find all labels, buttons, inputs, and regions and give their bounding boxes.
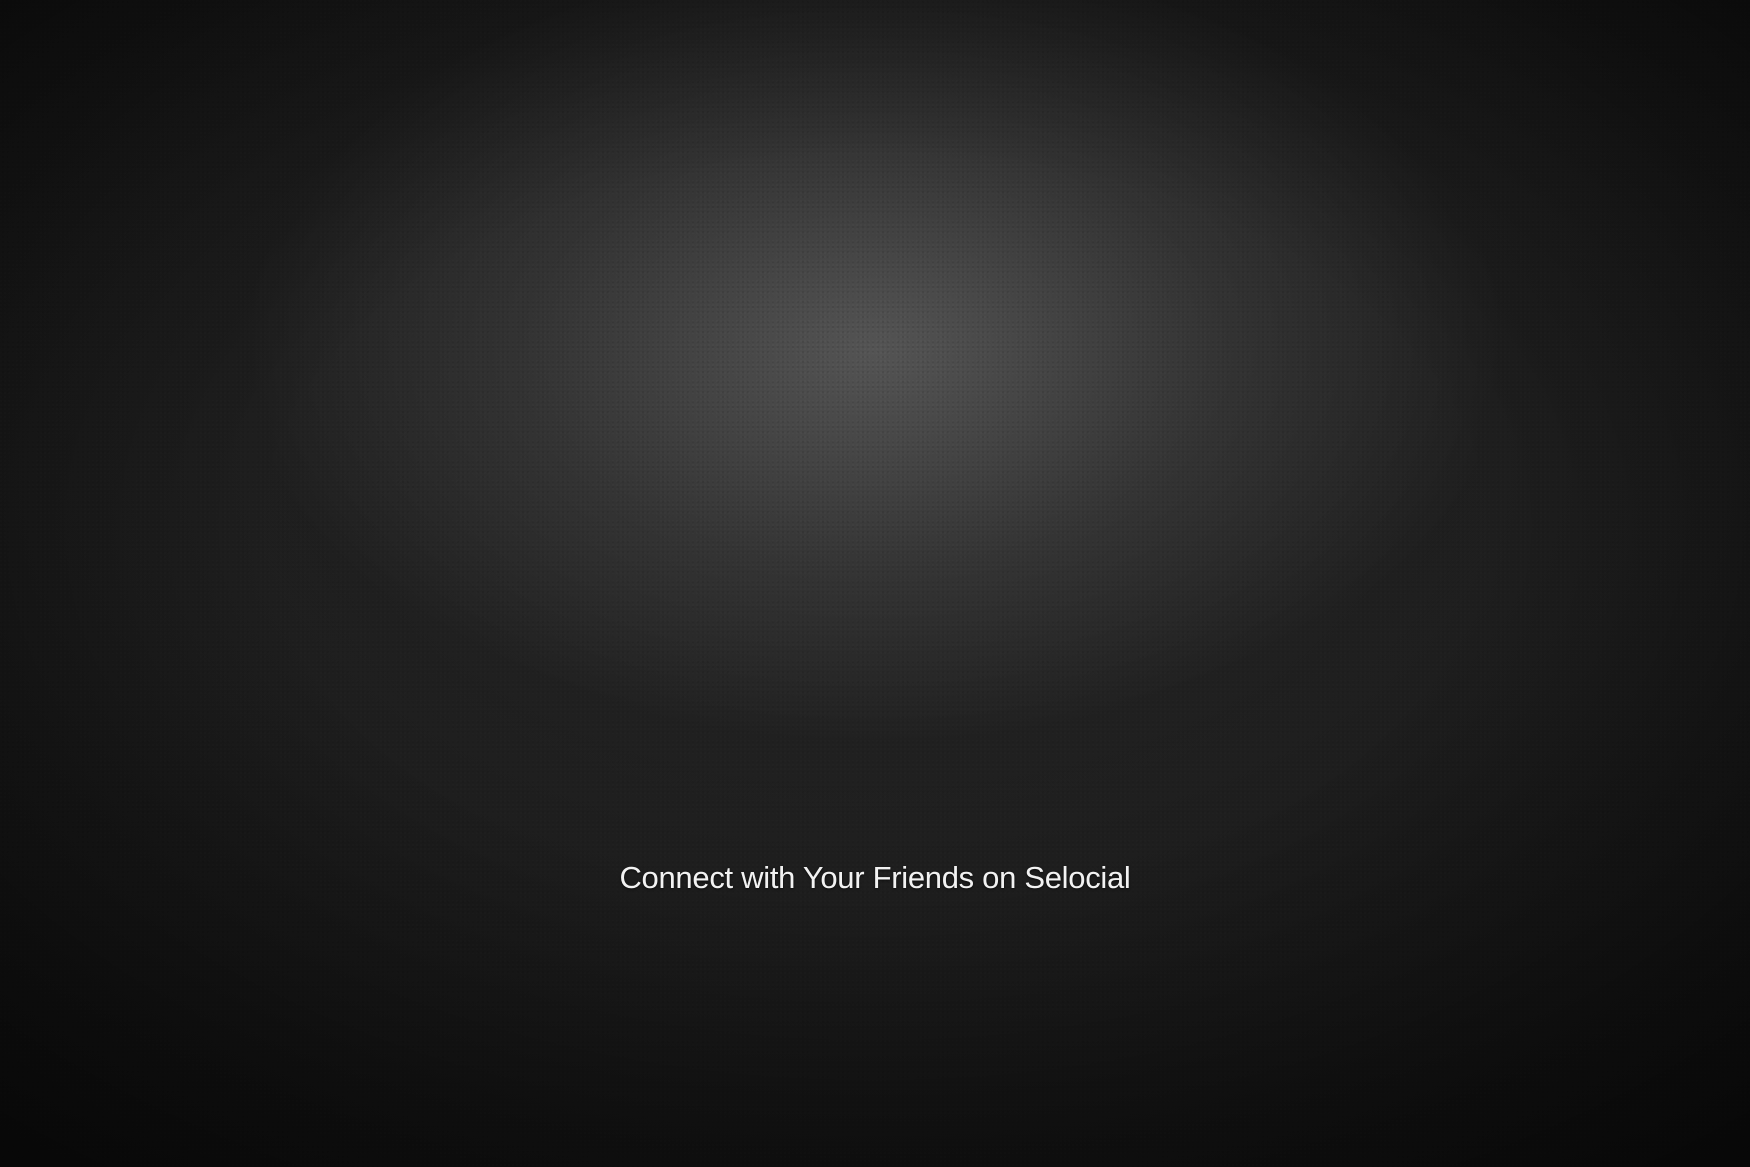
tagline-text: Connect with Your Friends on Selocial bbox=[619, 860, 1131, 895]
leather-texture-background bbox=[0, 0, 1750, 1167]
landing-screen: Connect with Your Friends on Selocial bbox=[0, 0, 1750, 1167]
background-vignette bbox=[0, 0, 1750, 1167]
